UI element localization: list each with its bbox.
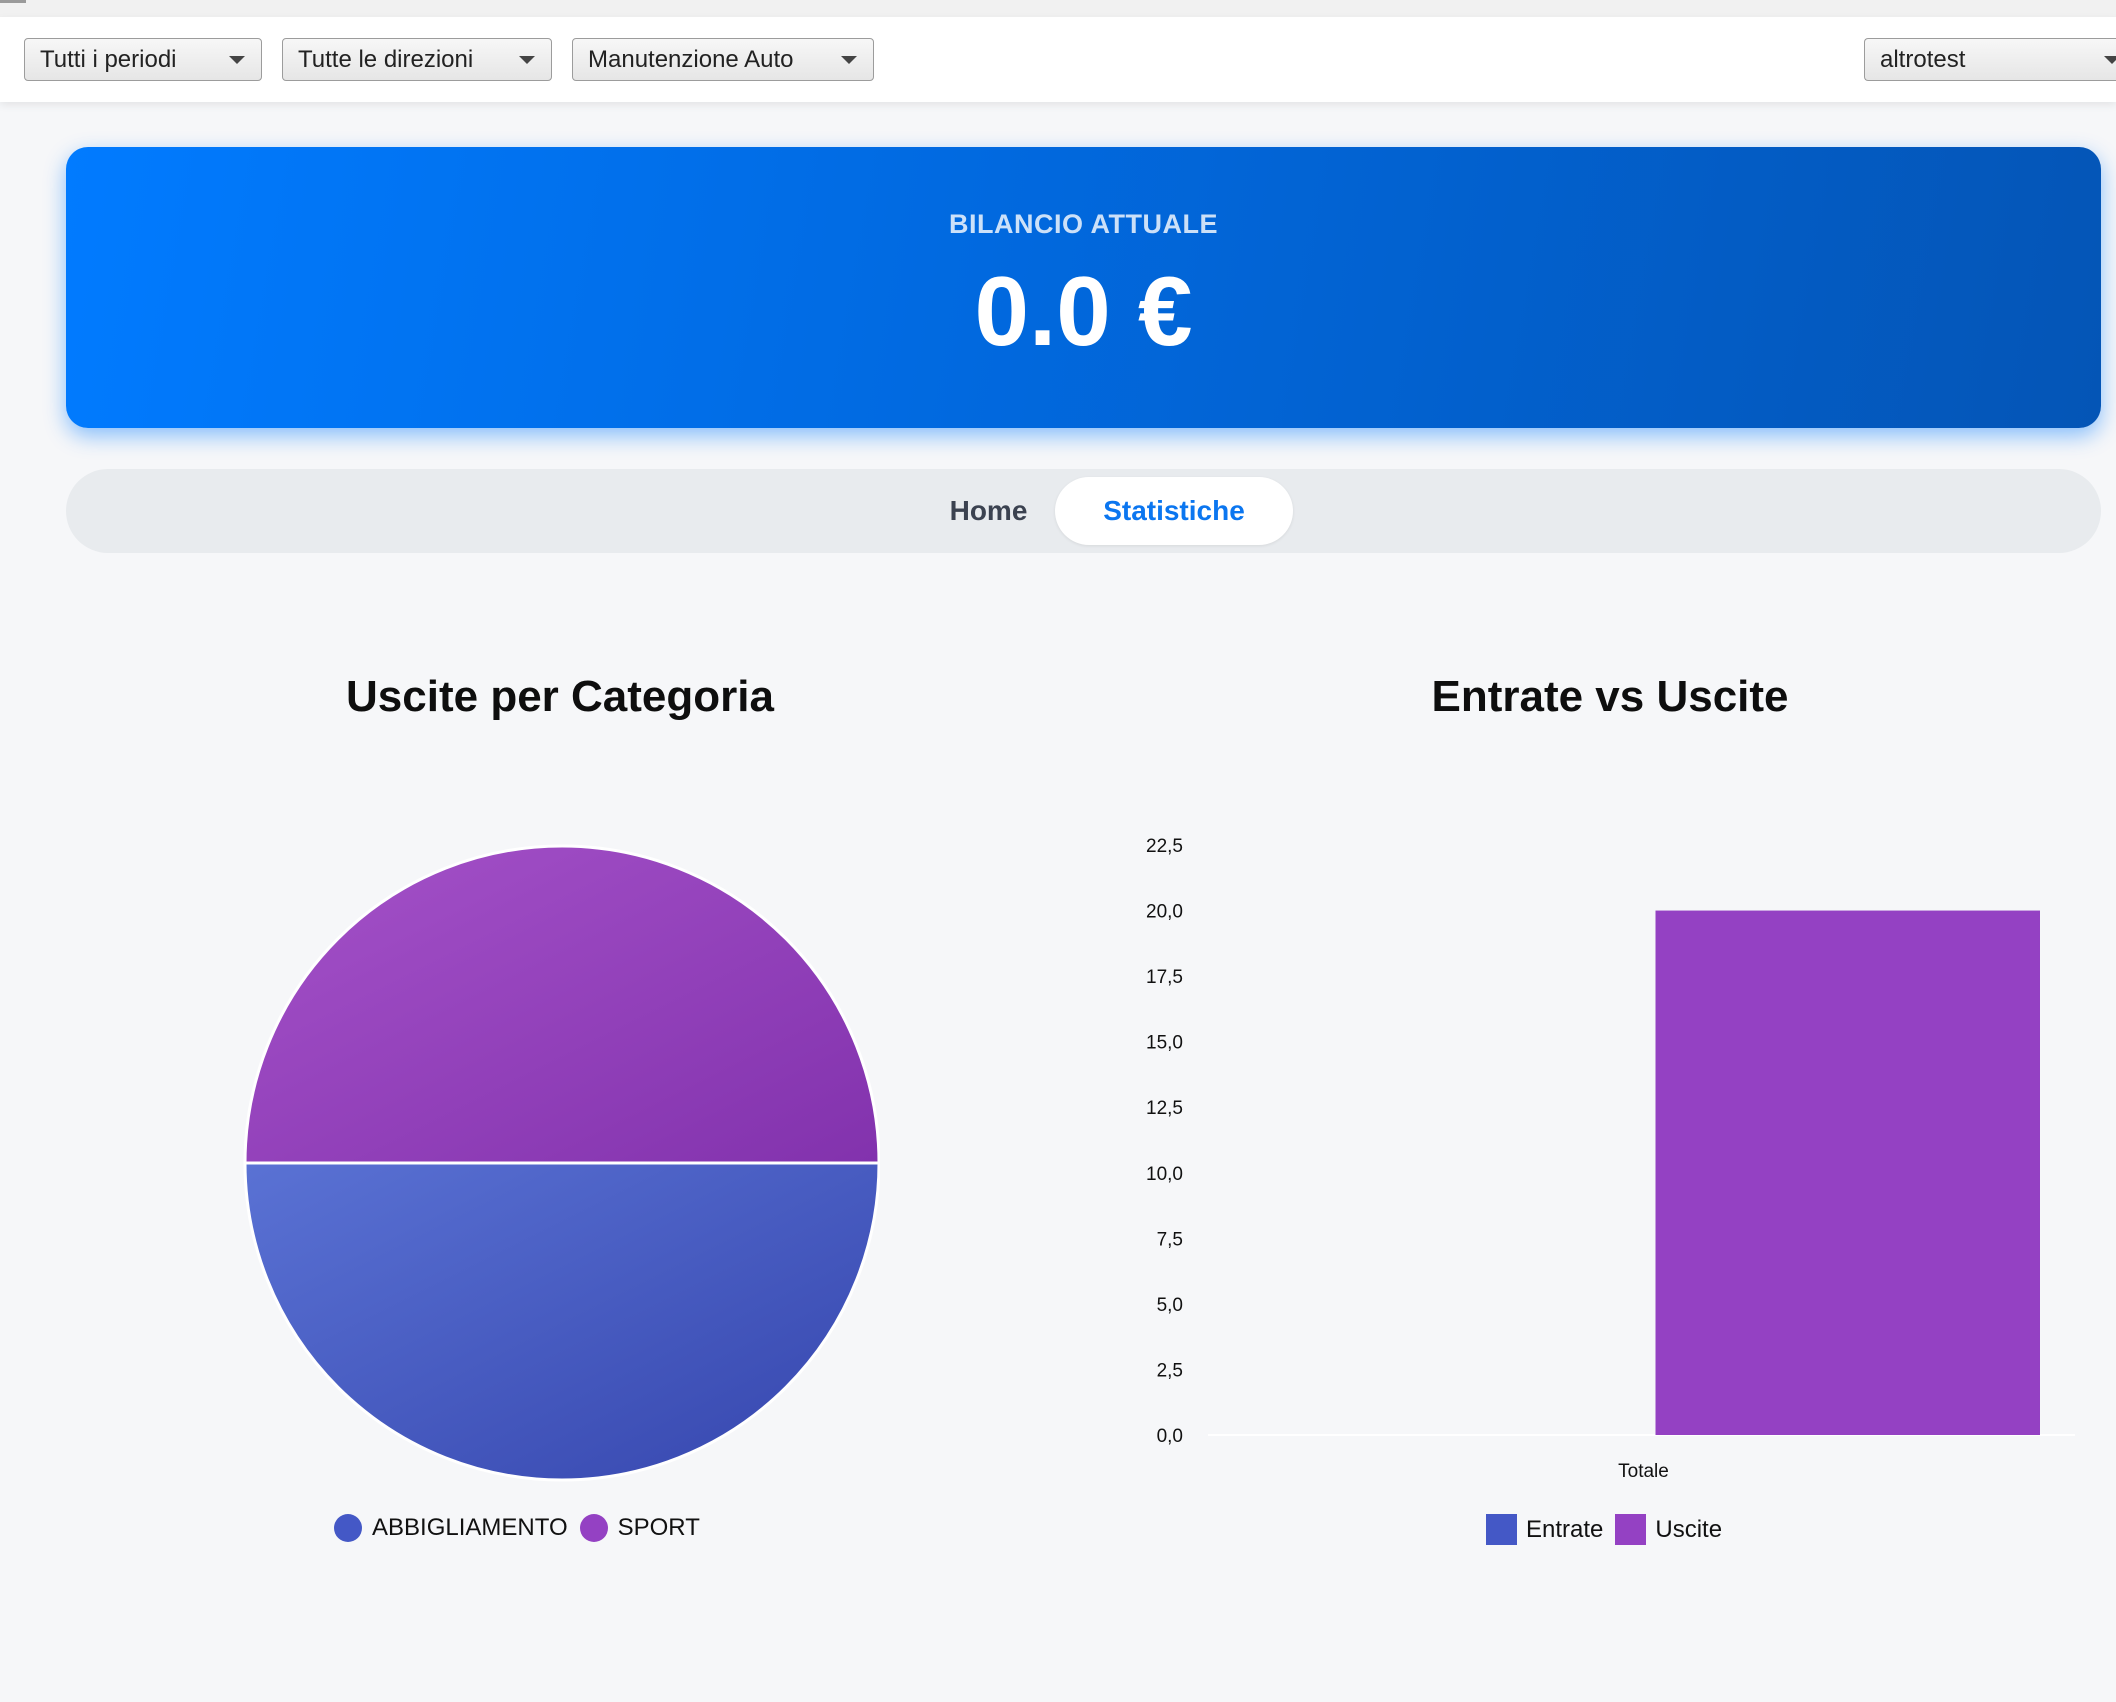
balance-label: BILANCIO ATTUALE [949, 209, 1218, 239]
y-tick-label: 5,0 [1157, 1295, 1183, 1316]
bar-chart: 0,0 2,5 5,0 7,5 10,0 12,5 15,0 17,5 20,0 22,5 Tot… [1146, 836, 2075, 1482]
tab-statistiche[interactable]: Statistiche [1055, 477, 1293, 545]
filter-toolbar: Tutti i periodi Tutte le direzioni Manut… [0, 17, 2116, 102]
y-tick-label: 20,0 [1146, 902, 1183, 923]
pie-slice-abbigliamento[interactable] [243, 1161, 880, 1482]
chevron-down-icon [841, 56, 857, 64]
category-filter-value: Manutenzione Auto [588, 46, 794, 73]
bar-legend: Entrate Uscite [1486, 1514, 1734, 1545]
y-tick-label: 10,0 [1146, 1164, 1183, 1185]
legend-swatch-purple [1615, 1514, 1647, 1545]
pie-slice-sport[interactable] [243, 844, 880, 1165]
legend-label: ABBIGLIAMENTO [372, 1514, 568, 1541]
pie-chart [243, 844, 880, 1482]
period-filter-value: Tutti i periodi [40, 46, 177, 73]
category-filter-select[interactable]: Manutenzione Auto [572, 38, 874, 81]
window-titlebar [0, 0, 2116, 17]
balance-value: 0.0 € [974, 256, 1193, 366]
view-tabs: Home Statistiche [66, 469, 2101, 553]
chevron-down-icon [229, 56, 245, 64]
legend-label: SPORT [617, 1514, 700, 1541]
x-category-label: Totale [1618, 1461, 1669, 1482]
legend-swatch-blue [1486, 1514, 1517, 1545]
legend-item-uscite: Uscite [1615, 1514, 1722, 1545]
y-tick-label: 2,5 [1157, 1360, 1183, 1381]
legend-item-entrate: Entrate [1486, 1514, 1603, 1545]
legend-item-abbigliamento: ABBIGLIAMENTO [334, 1514, 568, 1542]
chevron-down-icon [2104, 56, 2116, 64]
pie-chart-title: Uscite per Categoria [346, 672, 774, 721]
pie-legend: ABBIGLIAMENTO SPORT [334, 1514, 712, 1542]
account-select-value: altrotest [1880, 46, 1966, 73]
account-select[interactable]: altrotest [1864, 38, 2116, 81]
app-icon [0, 0, 26, 3]
bar-chart-title: Entrate vs Uscite [1431, 672, 1789, 721]
y-tick-label: 15,0 [1146, 1033, 1183, 1054]
legend-swatch-blue [334, 1514, 362, 1542]
y-tick-label: 7,5 [1157, 1229, 1183, 1250]
legend-label: Entrate [1526, 1515, 1604, 1543]
direction-filter-value: Tutte le direzioni [298, 46, 474, 73]
y-tick-label: 22,5 [1146, 836, 1183, 857]
legend-swatch-purple [579, 1514, 608, 1542]
chevron-down-icon [519, 56, 535, 64]
balance-card: BILANCIO ATTUALE 0.0 € [66, 147, 2101, 428]
direction-filter-select[interactable]: Tutte le direzioni [282, 38, 552, 81]
bar-uscite[interactable] [1655, 910, 2041, 1435]
y-tick-label: 17,5 [1146, 967, 1183, 988]
tab-home[interactable]: Home [911, 477, 1066, 545]
legend-label: Uscite [1655, 1515, 1723, 1543]
legend-item-sport: SPORT [579, 1514, 700, 1542]
y-tick-label: 12,5 [1146, 1098, 1183, 1119]
y-tick-label: 0,0 [1157, 1426, 1183, 1447]
period-filter-select[interactable]: Tutti i periodi [24, 38, 262, 81]
